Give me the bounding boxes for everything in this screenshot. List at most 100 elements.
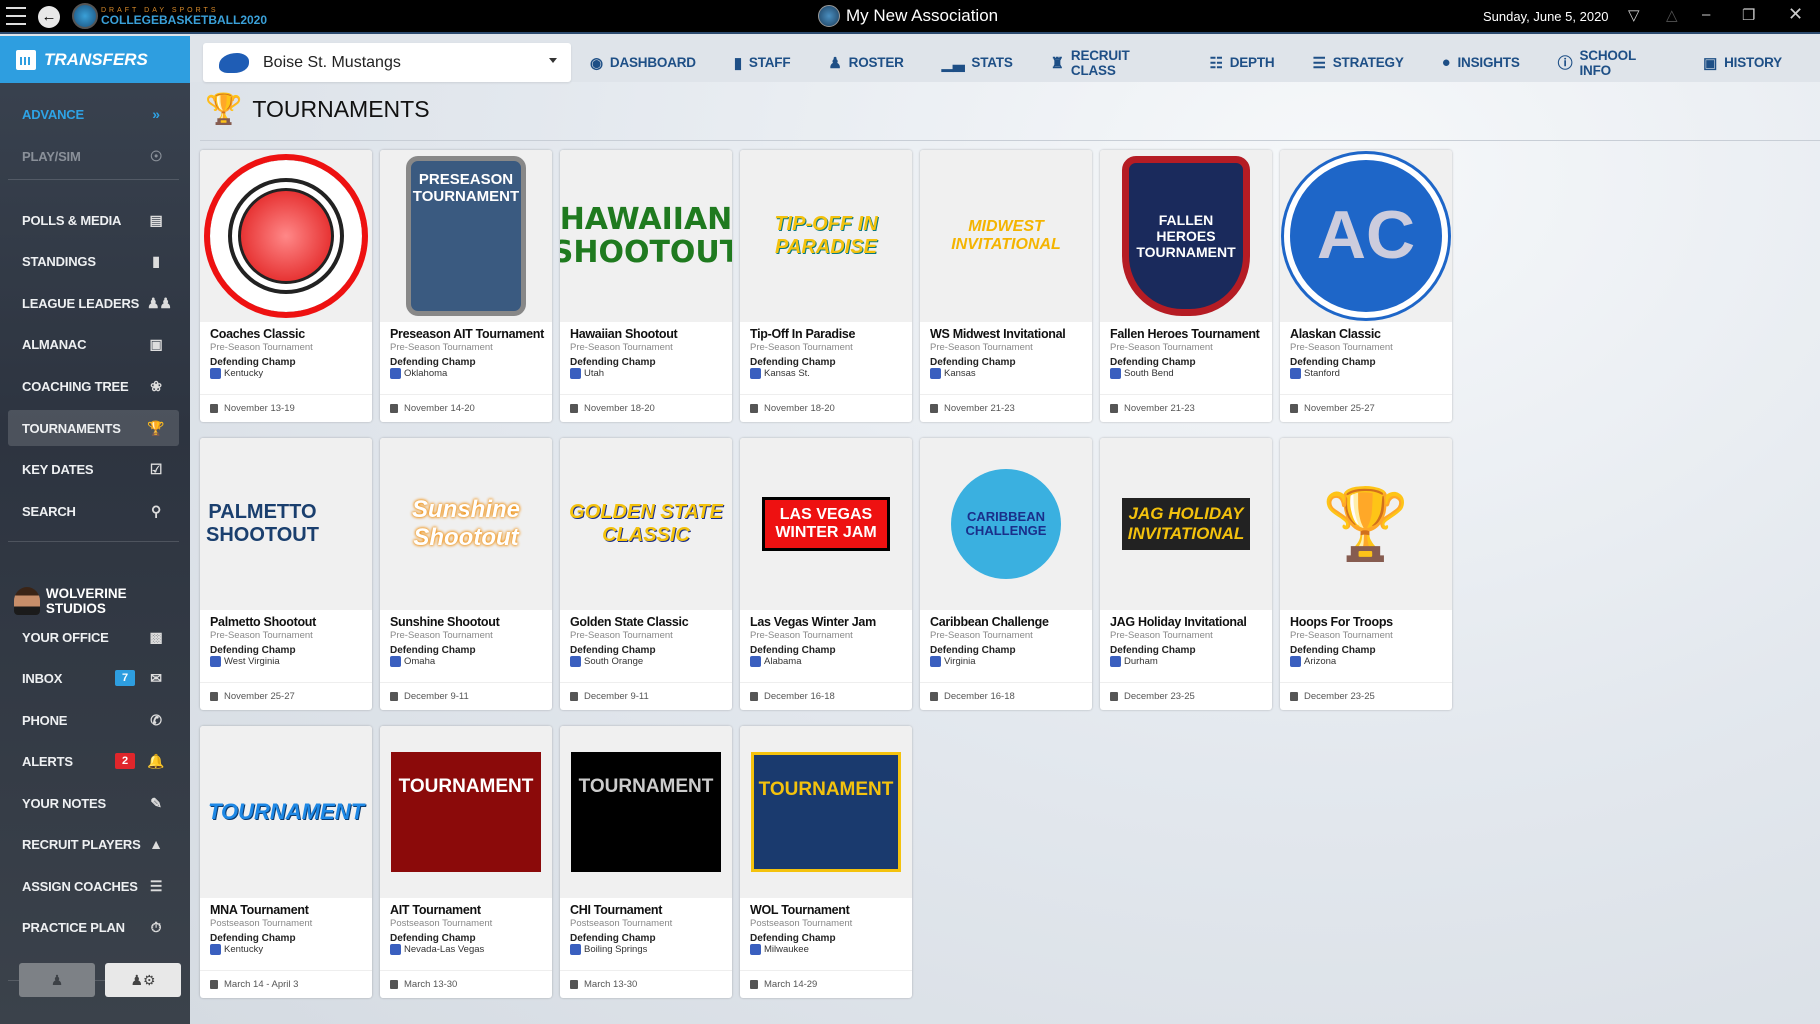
restore-icon[interactable]: ❐: [1742, 6, 1755, 24]
sidebar-item-phone[interactable]: PHONE ✆: [8, 702, 179, 738]
tournament-dates: November 18-20: [764, 403, 835, 414]
sidebar-item-your-notes[interactable]: YOUR NOTES ✎: [8, 785, 179, 821]
up-triangle-icon[interactable]: △: [1666, 6, 1678, 24]
sidebar-item-alerts[interactable]: ALERTS 2 🔔: [8, 743, 179, 779]
tournament-card[interactable]: TIP-OFF IN PARADISE Tip-Off In Paradise Pre…: [740, 150, 912, 422]
calendar-icon: [1290, 404, 1298, 413]
association-logo-icon: [818, 5, 840, 27]
team-logo-icon: [210, 368, 221, 379]
tournament-card[interactable]: 🏆 Hoops For Troops Pre-Season Tournament De…: [1280, 438, 1452, 710]
calendar-icon: [750, 404, 758, 413]
sidebar-item-advance[interactable]: ADVANCE »: [8, 96, 179, 132]
sidebar-item-play-sim[interactable]: PLAY/SIM ☉: [8, 138, 179, 174]
defending-champ-team: Kentucky: [224, 944, 264, 955]
sidebar-item-label: RECRUIT PLAYERS: [22, 836, 141, 852]
profile-button[interactable]: ♟: [19, 963, 95, 997]
phone-icon: ✆: [150, 711, 162, 728]
minimize-icon[interactable]: –: [1702, 6, 1710, 23]
sidebar-item-standings[interactable]: STANDINGS ▮: [8, 243, 179, 279]
divider: [8, 541, 179, 542]
calendar-icon: [1110, 404, 1118, 413]
tournament-card[interactable]: TOURNAMENT CHI Tournament Postseason Tourn…: [560, 726, 732, 998]
defending-champ-team: Nevada-Las Vegas: [404, 944, 485, 955]
tournament-card[interactable]: TOURNAMENT MNA Tournament Postseason Tourn…: [200, 726, 372, 998]
transfers-header[interactable]: TRANSFERS: [0, 36, 190, 83]
tournament-logo: CARIBBEAN CHALLENGE: [920, 438, 1092, 610]
tournament-card[interactable]: CARIBBEAN CHALLENGE Caribbean Challenge Pre…: [920, 438, 1092, 710]
sidebar-item-recruit-players[interactable]: RECRUIT PLAYERS ▲: [8, 826, 179, 862]
user-profile[interactable]: WOLVERINE STUDIOS: [14, 586, 190, 616]
archive-icon: ▣: [149, 335, 163, 352]
sidebar-item-polls-media[interactable]: POLLS & MEDIA ▤: [8, 202, 179, 238]
tab-strategy[interactable]: ☰ STRATEGY: [1312, 54, 1403, 72]
sidebar-item-tournaments[interactable]: TOURNAMENTS 🏆: [8, 410, 179, 446]
tab-school-info[interactable]: ⓘ SCHOOL INFO: [1558, 48, 1665, 78]
tournament-dates: December 23-25: [1124, 691, 1195, 702]
tab-label: ROSTER: [848, 55, 904, 70]
sidebar-item-almanac[interactable]: ALMANAC ▣: [8, 326, 179, 362]
tournament-logo: TOURNAMENT: [740, 726, 912, 898]
tournament-card[interactable]: Sunshine Shootout Sunshine Shootout Pre-Sea…: [380, 438, 552, 710]
tab-insights[interactable]: ● INSIGHTS: [1442, 54, 1520, 71]
team-logo-icon: [390, 656, 401, 667]
user-gear-icon: ♟⚙: [130, 971, 156, 988]
tournament-logo: Sunshine Shootout: [380, 438, 552, 610]
sitemap-icon: ☷: [1209, 54, 1223, 72]
sidebar-item-coaching-tree[interactable]: COACHING TREE ❀: [8, 368, 179, 404]
hamburger-menu-icon[interactable]: [6, 7, 26, 25]
tournament-dates: March 14-29: [764, 979, 818, 990]
tournament-type: Postseason Tournament: [750, 918, 853, 929]
tab-depth[interactable]: ☷ DEPTH: [1209, 54, 1274, 72]
tournament-name: MNA Tournament: [210, 903, 309, 917]
tab-label: STAFF: [748, 55, 791, 70]
sidebar-item-label: INBOX: [22, 670, 63, 686]
sidebar-item-search[interactable]: SEARCH ⚲: [8, 493, 179, 529]
defending-champ-team: Milwaukee: [764, 944, 809, 955]
tournament-card[interactable]: LAS VEGAS WINTER JAM Las Vegas Winter Jam P…: [740, 438, 912, 710]
search-icon: ⚲: [150, 502, 162, 519]
tab-stats[interactable]: ▁▃ STATS: [942, 54, 1013, 72]
tournament-card[interactable]: FALLEN HEROES TOURNAMENT Fallen Heroes Tour…: [1100, 150, 1272, 422]
defending-champ-team: Oklahoma: [404, 368, 448, 379]
tab-dashboard[interactable]: ◉ DASHBOARD: [590, 54, 696, 72]
sidebar-item-assign-coaches[interactable]: ASSIGN COACHES ☰: [8, 868, 179, 904]
calendar-icon: [570, 404, 578, 413]
defending-champ-label: Defending Champ: [750, 357, 836, 368]
sidebar-item-key-dates[interactable]: KEY DATES ☑: [8, 451, 179, 487]
sidebar-item-practice-plan[interactable]: PRACTICE PLAN ⏱: [8, 909, 179, 945]
transfers-label: TRANSFERS: [44, 49, 148, 69]
tournament-card[interactable]: TOURNAMENT WOL Tournament Postseason Tourn…: [740, 726, 912, 998]
sidebar-item-league-leaders[interactable]: LEAGUE LEADERS ♟♟: [8, 285, 179, 321]
tournament-card[interactable]: PALMETTO SHOOTOUT Palmetto Shootout Pre-Sea…: [200, 438, 372, 710]
defending-champ-team: Virginia: [944, 656, 976, 667]
tournament-card[interactable]: PRESEASON TOURNAMENT Preseason AIT Tournam…: [380, 150, 552, 422]
team-logo-icon: [219, 52, 249, 73]
tournament-logo: GOLDEN STATE CLASSIC: [560, 438, 732, 610]
tab-history[interactable]: ▣ HISTORY: [1703, 54, 1782, 72]
tab-roster[interactable]: ♟ ROSTER: [828, 54, 904, 72]
tab-staff[interactable]: ▮ STAFF: [734, 54, 791, 72]
dropdown-triangle-icon[interactable]: ▽: [1628, 6, 1640, 24]
close-icon[interactable]: ✕: [1788, 4, 1803, 25]
team-logo-icon: [1110, 368, 1121, 379]
tournament-card[interactable]: JAG HOLIDAY INVITATIONAL JAG Holiday Invit…: [1100, 438, 1272, 710]
back-arrow-icon[interactable]: ←: [38, 6, 60, 28]
tournament-card[interactable]: TOURNAMENT AIT Tournament Postseason Tourn…: [380, 726, 552, 998]
tab-recruit-class[interactable]: ♜ RECRUIT CLASS: [1051, 48, 1172, 78]
envelope-icon: ✉: [150, 669, 162, 686]
team-select[interactable]: Boise St. Mustangs: [203, 43, 571, 82]
user-settings-button[interactable]: ♟⚙: [105, 963, 181, 997]
tournament-card[interactable]: Coaches Classic Pre-Season Tournament Defe…: [200, 150, 372, 422]
tournament-card[interactable]: GOLDEN STATE CLASSIC Golden State Classic P…: [560, 438, 732, 710]
defending-champ-label: Defending Champ: [570, 645, 656, 656]
tournament-card[interactable]: MIDWEST INVITATIONAL WS Midwest Invitation…: [920, 150, 1092, 422]
defending-champ-team: West Virginia: [224, 656, 280, 667]
sidebar-item-inbox[interactable]: INBOX 7 ✉: [8, 660, 179, 696]
sidebar-item-your-office[interactable]: YOUR OFFICE ▩: [8, 619, 179, 655]
tournament-card[interactable]: HAWAIIAN SHOOTOUT Hawaiian Shootout Pre-Sea…: [560, 150, 732, 422]
tournament-card[interactable]: AC Alaskan Classic Pre-Season Tournament De…: [1280, 150, 1452, 422]
archive-icon: ▣: [1703, 54, 1718, 72]
tournament-type: Pre-Season Tournament: [390, 630, 493, 641]
defending-champ-label: Defending Champ: [1110, 645, 1196, 656]
defending-champ-label: Defending Champ: [750, 933, 836, 944]
